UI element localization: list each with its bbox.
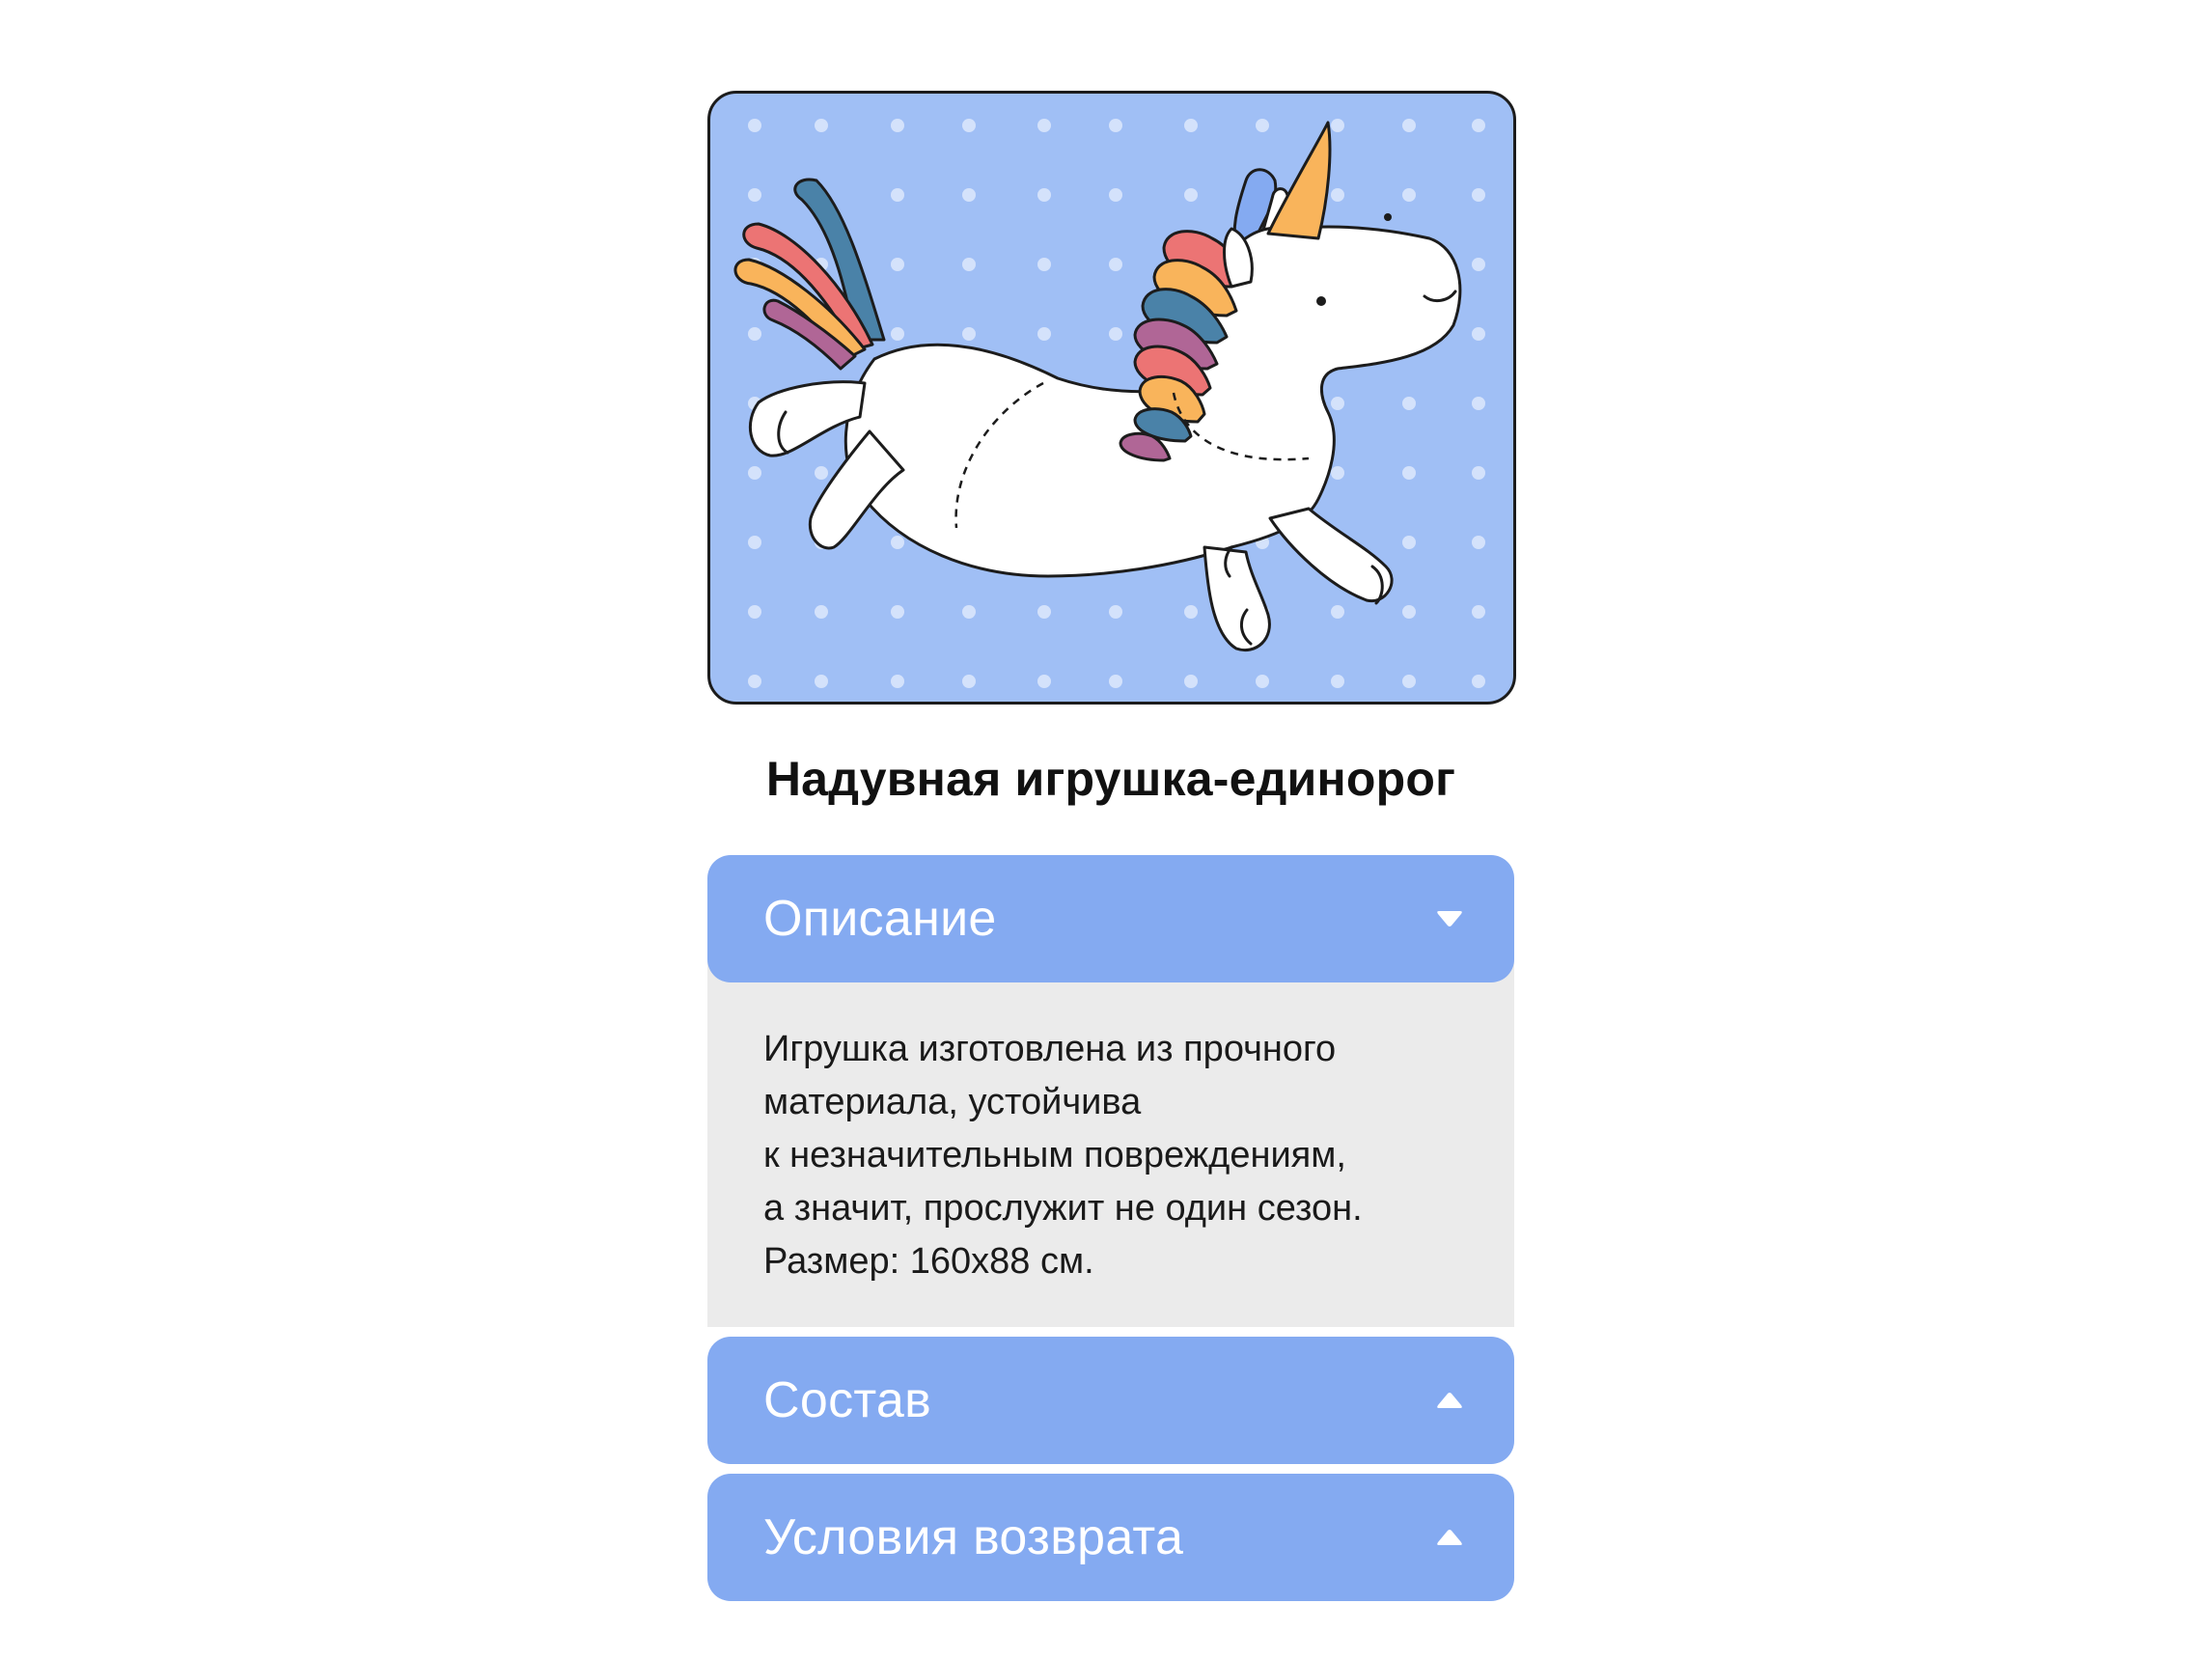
accordion-body-description: Игрушка изготовлена из прочного материал… bbox=[707, 954, 1514, 1327]
accordion-header-description[interactable]: Описание bbox=[707, 855, 1514, 982]
product-card: Надувная игрушка-единорог Описание Игруш… bbox=[707, 91, 1516, 1611]
caret-down-icon bbox=[1437, 911, 1462, 926]
unicorn-illustration bbox=[733, 119, 1485, 688]
accordion-section-returns: Условия возврата bbox=[707, 1474, 1514, 1601]
accordion-header-composition[interactable]: Состав bbox=[707, 1337, 1514, 1464]
accordion-title: Состав bbox=[763, 1372, 932, 1428]
description-line: Игрушка изготовлена из прочного bbox=[763, 1029, 1337, 1069]
accordion-section-composition: Состав bbox=[707, 1337, 1514, 1464]
description-line: Размер: 160х88 см. bbox=[763, 1241, 1094, 1282]
description-line: материала, устойчива bbox=[763, 1082, 1142, 1122]
caret-up-icon bbox=[1437, 1530, 1462, 1545]
accordion-header-returns[interactable]: Условия возврата bbox=[707, 1474, 1514, 1601]
accordion-title: Описание bbox=[763, 891, 997, 947]
accordion-title: Условия возврата bbox=[763, 1509, 1184, 1565]
accordion-section-description: Описание Игрушка изготовлена из прочного… bbox=[707, 855, 1514, 1327]
description-line: к незначительным повреждениям, bbox=[763, 1135, 1346, 1175]
caret-up-icon bbox=[1437, 1393, 1462, 1408]
product-image bbox=[707, 91, 1516, 705]
product-title: Надувная игрушка-единорог bbox=[765, 752, 1456, 806]
description-line: а значит, прослужит не один сезон. bbox=[763, 1188, 1363, 1229]
product-accordion: Описание Игрушка изготовлена из прочного… bbox=[707, 855, 1514, 1601]
